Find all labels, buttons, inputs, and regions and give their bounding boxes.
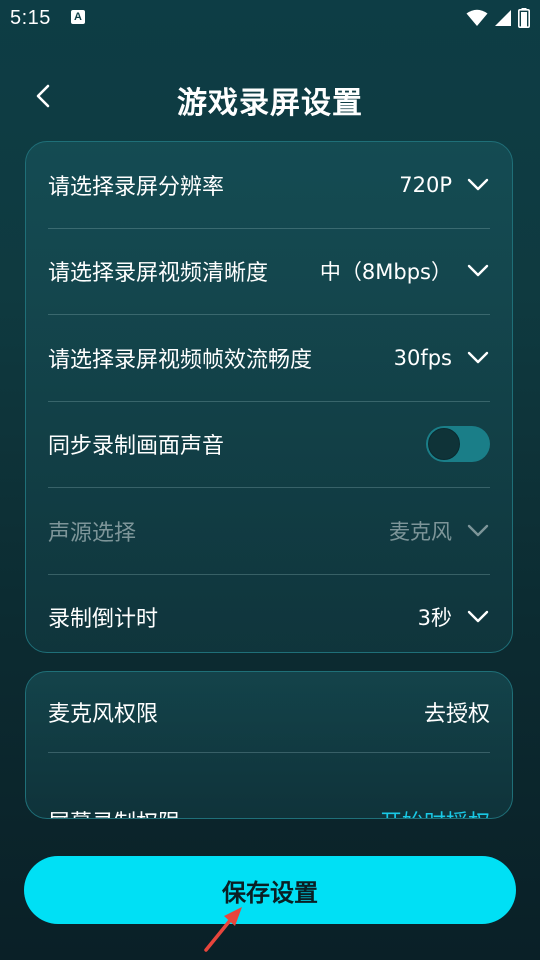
notification-icon: A (71, 10, 85, 24)
audio-source-select: 麦克风 (389, 516, 490, 546)
quality-select[interactable]: 中（8Mbps） (320, 256, 490, 286)
wifi-icon (466, 9, 488, 26)
countdown-value: 3秒 (417, 606, 452, 631)
countdown-select[interactable]: 3秒 (418, 602, 490, 632)
save-settings-button[interactable]: 保存设置 (24, 856, 516, 924)
framerate-row[interactable]: 请选择录屏视频帧效流畅度 30fps (48, 315, 490, 402)
audio-source-label: 声源选择 (48, 520, 137, 546)
quality-value: 中（8Mbps） (319, 260, 452, 285)
framerate-value: 30fps (393, 345, 452, 370)
chevron-down-icon (467, 611, 489, 623)
resolution-label: 请选择录屏分辨率 (48, 174, 225, 200)
screen-record-authorize-link[interactable]: 开始时授权 (380, 805, 490, 818)
mic-authorize-link[interactable]: 去授权 (424, 696, 490, 728)
save-settings-label: 保存设置 (222, 878, 318, 907)
status-time: 5:15 (10, 7, 51, 29)
screen-record-permission-label: 屏幕录制权限 (48, 805, 180, 818)
chevron-down-icon (467, 265, 489, 277)
chevron-down-icon (467, 178, 489, 190)
toggle-knob (428, 428, 460, 461)
screen-record-permission-row: 屏幕录制权限 开始时授权 (48, 753, 490, 818)
framerate-select[interactable]: 30fps (394, 346, 490, 370)
mic-permission-label: 麦克风权限 (48, 702, 159, 727)
battery-icon (518, 8, 530, 28)
status-bar: 5:15 A (0, 0, 540, 40)
resolution-select[interactable]: 720P (399, 173, 490, 197)
quality-row[interactable]: 请选择录屏视频清晰度 中（8Mbps） (48, 229, 490, 315)
recording-settings-card: 请选择录屏分辨率 720P 请选择录屏视频清晰度 中（8Mbps） 请选择录屏视… (25, 141, 513, 653)
audio-source-value: 麦克风 (389, 519, 452, 544)
signal-icon (495, 10, 511, 26)
sync-audio-row: 同步录制画面声音 (48, 402, 490, 488)
pointer-arrow-icon (204, 907, 242, 952)
countdown-row[interactable]: 录制倒计时 3秒 (48, 575, 490, 653)
framerate-label: 请选择录屏视频帧效流畅度 (48, 347, 313, 373)
chevron-down-icon (467, 351, 489, 363)
page-title: 游戏录屏设置 (177, 86, 363, 121)
quality-label: 请选择录屏视频清晰度 (48, 261, 269, 287)
countdown-label: 录制倒计时 (48, 607, 159, 633)
resolution-row[interactable]: 请选择录屏分辨率 720P (48, 142, 490, 229)
resolution-value: 720P (399, 172, 452, 197)
sync-audio-toggle[interactable] (426, 426, 490, 463)
sync-audio-label: 同步录制画面声音 (48, 434, 225, 460)
header: 游戏录屏设置 (0, 60, 540, 134)
mic-permission-row: 麦克风权限 去授权 (48, 672, 490, 753)
audio-source-row: 声源选择 麦克风 (48, 488, 490, 575)
chevron-down-icon (467, 524, 489, 536)
status-icons (466, 8, 530, 28)
permissions-card[interactable]: 麦克风权限 去授权 屏幕录制权限 开始时授权 (25, 671, 513, 819)
